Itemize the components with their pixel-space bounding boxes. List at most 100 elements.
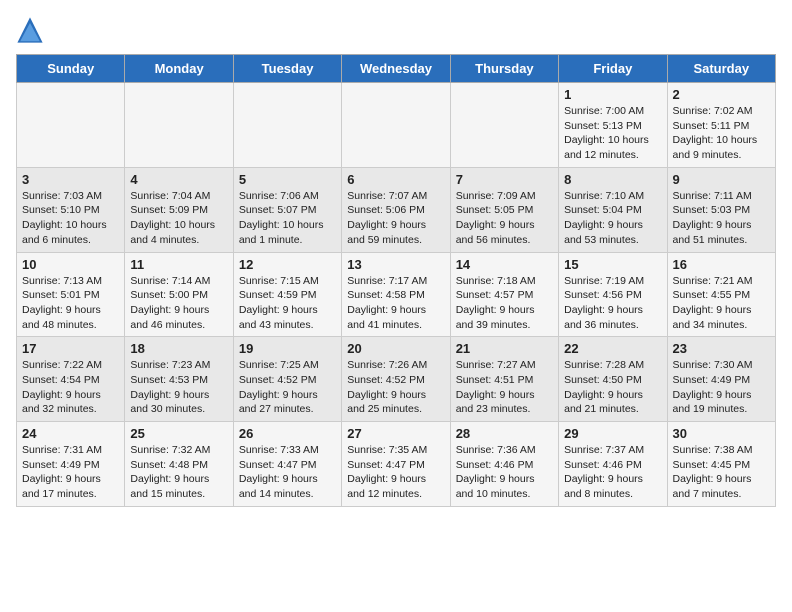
- day-number: 24: [22, 426, 119, 441]
- day-number: 26: [239, 426, 336, 441]
- calendar-cell: 7 Sunrise: 7:09 AM Sunset: 5:05 PM Daylig…: [450, 167, 558, 252]
- day-number: 19: [239, 341, 336, 356]
- day-number: 11: [130, 257, 227, 272]
- calendar-cell: [17, 83, 125, 168]
- day-info: Sunrise: 7:07 AM Sunset: 5:06 PM Dayligh…: [347, 189, 444, 248]
- calendar-cell: 4 Sunrise: 7:04 AM Sunset: 5:09 PM Daylig…: [125, 167, 233, 252]
- logo: [16, 16, 48, 44]
- day-info: Sunrise: 7:37 AM Sunset: 4:46 PM Dayligh…: [564, 443, 661, 502]
- day-number: 6: [347, 172, 444, 187]
- calendar-cell: 15 Sunrise: 7:19 AM Sunset: 4:56 PM Dayli…: [559, 252, 667, 337]
- calendar-cell: 23 Sunrise: 7:30 AM Sunset: 4:49 PM Dayli…: [667, 337, 775, 422]
- day-number: 3: [22, 172, 119, 187]
- day-number: 30: [673, 426, 770, 441]
- day-info: Sunrise: 7:32 AM Sunset: 4:48 PM Dayligh…: [130, 443, 227, 502]
- day-info: Sunrise: 7:27 AM Sunset: 4:51 PM Dayligh…: [456, 358, 553, 417]
- day-info: Sunrise: 7:15 AM Sunset: 4:59 PM Dayligh…: [239, 274, 336, 333]
- day-info: Sunrise: 7:38 AM Sunset: 4:45 PM Dayligh…: [673, 443, 770, 502]
- calendar-cell: 8 Sunrise: 7:10 AM Sunset: 5:04 PM Daylig…: [559, 167, 667, 252]
- day-info: Sunrise: 7:25 AM Sunset: 4:52 PM Dayligh…: [239, 358, 336, 417]
- day-info: Sunrise: 7:18 AM Sunset: 4:57 PM Dayligh…: [456, 274, 553, 333]
- day-number: 9: [673, 172, 770, 187]
- calendar-cell: 9 Sunrise: 7:11 AM Sunset: 5:03 PM Daylig…: [667, 167, 775, 252]
- calendar-cell: 3 Sunrise: 7:03 AM Sunset: 5:10 PM Daylig…: [17, 167, 125, 252]
- day-number: 7: [456, 172, 553, 187]
- calendar-cell: 24 Sunrise: 7:31 AM Sunset: 4:49 PM Dayli…: [17, 422, 125, 507]
- day-info: Sunrise: 7:19 AM Sunset: 4:56 PM Dayligh…: [564, 274, 661, 333]
- day-number: 18: [130, 341, 227, 356]
- calendar-cell: 1 Sunrise: 7:00 AM Sunset: 5:13 PM Daylig…: [559, 83, 667, 168]
- day-info: Sunrise: 7:21 AM Sunset: 4:55 PM Dayligh…: [673, 274, 770, 333]
- day-info: Sunrise: 7:30 AM Sunset: 4:49 PM Dayligh…: [673, 358, 770, 417]
- logo-icon: [16, 16, 44, 44]
- day-info: Sunrise: 7:36 AM Sunset: 4:46 PM Dayligh…: [456, 443, 553, 502]
- day-info: Sunrise: 7:35 AM Sunset: 4:47 PM Dayligh…: [347, 443, 444, 502]
- day-number: 12: [239, 257, 336, 272]
- day-number: 22: [564, 341, 661, 356]
- calendar-cell: 14 Sunrise: 7:18 AM Sunset: 4:57 PM Dayli…: [450, 252, 558, 337]
- day-number: 8: [564, 172, 661, 187]
- calendar-cell: 19 Sunrise: 7:25 AM Sunset: 4:52 PM Dayli…: [233, 337, 341, 422]
- calendar-cell: 5Sunrise: 7:06 AM Sunset: 5:07 PM Daylig…: [233, 167, 341, 252]
- day-info: Sunrise: 7:13 AM Sunset: 5:01 PM Dayligh…: [22, 274, 119, 333]
- day-number: 13: [347, 257, 444, 272]
- calendar-cell: 27 Sunrise: 7:35 AM Sunset: 4:47 PM Dayli…: [342, 422, 450, 507]
- calendar-cell: 26 Sunrise: 7:33 AM Sunset: 4:47 PM Dayli…: [233, 422, 341, 507]
- col-header-sunday: Sunday: [17, 55, 125, 83]
- calendar-cell: 6 Sunrise: 7:07 AM Sunset: 5:06 PM Daylig…: [342, 167, 450, 252]
- day-info: Sunrise: 7:14 AM Sunset: 5:00 PM Dayligh…: [130, 274, 227, 333]
- calendar-cell: 11 Sunrise: 7:14 AM Sunset: 5:00 PM Dayli…: [125, 252, 233, 337]
- col-header-wednesday: Wednesday: [342, 55, 450, 83]
- day-number: 16: [673, 257, 770, 272]
- calendar-cell: 20Sunrise: 7:26 AM Sunset: 4:52 PM Dayli…: [342, 337, 450, 422]
- calendar-cell: 28 Sunrise: 7:36 AM Sunset: 4:46 PM Dayli…: [450, 422, 558, 507]
- col-header-tuesday: Tuesday: [233, 55, 341, 83]
- calendar-cell: [450, 83, 558, 168]
- calendar-cell: 30 Sunrise: 7:38 AM Sunset: 4:45 PM Dayli…: [667, 422, 775, 507]
- day-number: 20: [347, 341, 444, 356]
- calendar-cell: [233, 83, 341, 168]
- calendar-cell: 13 Sunrise: 7:17 AM Sunset: 4:58 PM Dayli…: [342, 252, 450, 337]
- calendar-cell: 12 Sunrise: 7:15 AM Sunset: 4:59 PM Dayli…: [233, 252, 341, 337]
- day-number: 21: [456, 341, 553, 356]
- day-info: Sunrise: 7:28 AM Sunset: 4:50 PM Dayligh…: [564, 358, 661, 417]
- day-info: Sunrise: 7:33 AM Sunset: 4:47 PM Dayligh…: [239, 443, 336, 502]
- day-info: Sunrise: 7:10 AM Sunset: 5:04 PM Dayligh…: [564, 189, 661, 248]
- day-number: 10: [22, 257, 119, 272]
- calendar-cell: [342, 83, 450, 168]
- col-header-monday: Monday: [125, 55, 233, 83]
- calendar-cell: 22 Sunrise: 7:28 AM Sunset: 4:50 PM Dayli…: [559, 337, 667, 422]
- day-number: 14: [456, 257, 553, 272]
- day-number: 1: [564, 87, 661, 102]
- day-info: Sunrise: 7:23 AM Sunset: 4:53 PM Dayligh…: [130, 358, 227, 417]
- page-header: [16, 16, 776, 44]
- day-info: Sunrise: 7:11 AM Sunset: 5:03 PM Dayligh…: [673, 189, 770, 248]
- col-header-friday: Friday: [559, 55, 667, 83]
- day-number: 27: [347, 426, 444, 441]
- day-number: 23: [673, 341, 770, 356]
- day-number: 15: [564, 257, 661, 272]
- calendar-header: SundayMondayTuesdayWednesdayThursdayFrid…: [17, 55, 776, 83]
- day-info: Sunrise: 7:00 AM Sunset: 5:13 PM Dayligh…: [564, 104, 661, 163]
- day-info: Sunrise: 7:09 AM Sunset: 5:05 PM Dayligh…: [456, 189, 553, 248]
- day-number: 4: [130, 172, 227, 187]
- day-number: 28: [456, 426, 553, 441]
- calendar-cell: 29 Sunrise: 7:37 AM Sunset: 4:46 PM Dayli…: [559, 422, 667, 507]
- calendar-cell: 25 Sunrise: 7:32 AM Sunset: 4:48 PM Dayli…: [125, 422, 233, 507]
- day-info: Sunrise: 7:03 AM Sunset: 5:10 PM Dayligh…: [22, 189, 119, 248]
- day-info: Sunrise: 7:22 AM Sunset: 4:54 PM Dayligh…: [22, 358, 119, 417]
- calendar-table: SundayMondayTuesdayWednesdayThursdayFrid…: [16, 54, 776, 507]
- day-info: Sunrise: 7:17 AM Sunset: 4:58 PM Dayligh…: [347, 274, 444, 333]
- day-number: 5: [239, 172, 336, 187]
- calendar-cell: 10 Sunrise: 7:13 AM Sunset: 5:01 PM Dayli…: [17, 252, 125, 337]
- day-number: 25: [130, 426, 227, 441]
- calendar-cell: [125, 83, 233, 168]
- day-info: Sunrise: 7:31 AM Sunset: 4:49 PM Dayligh…: [22, 443, 119, 502]
- day-info: Sunrise: 7:02 AM Sunset: 5:11 PM Dayligh…: [673, 104, 770, 163]
- day-number: 29: [564, 426, 661, 441]
- calendar-cell: 21 Sunrise: 7:27 AM Sunset: 4:51 PM Dayli…: [450, 337, 558, 422]
- day-info: Sunrise: 7:04 AM Sunset: 5:09 PM Dayligh…: [130, 189, 227, 248]
- col-header-saturday: Saturday: [667, 55, 775, 83]
- calendar-cell: 2Sunrise: 7:02 AM Sunset: 5:11 PM Daylig…: [667, 83, 775, 168]
- calendar-cell: 16 Sunrise: 7:21 AM Sunset: 4:55 PM Dayli…: [667, 252, 775, 337]
